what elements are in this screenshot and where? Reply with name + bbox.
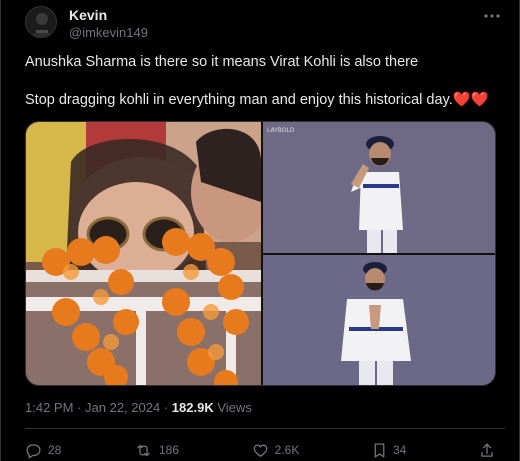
like-button[interactable]: 2.6K (252, 442, 300, 459)
tweet-time[interactable]: 1:42 PM (25, 400, 73, 415)
media-grid[interactable]: LAYBOLD (25, 121, 496, 386)
bookmark-button[interactable]: 34 (372, 442, 406, 459)
more-icon[interactable] (479, 6, 505, 26)
divider (25, 428, 505, 429)
tweet-header: Kevin @imkevin149 (25, 6, 505, 42)
media-watermark: LAYBOLD (267, 127, 295, 134)
repost-icon (134, 442, 153, 459)
media-photo-crowd[interactable] (26, 122, 271, 385)
tweet-line-2-text: Stop dragging kohli in everything man an… (25, 92, 453, 108)
media-photo-kohli-salute[interactable]: LAYBOLD (263, 122, 495, 253)
tweet-text: Anushka Sharma is there so it means Vira… (25, 53, 505, 129)
media-photo-kohli-namaste[interactable] (263, 255, 495, 385)
tweet-card: Kevin @imkevin149 Anushka Sharma is ther… (0, 0, 520, 461)
tweet-meta: 1:42 PM · Jan 22, 2024 · 182.9K Views (25, 400, 252, 415)
bookmark-icon (372, 442, 387, 459)
bookmark-count: 34 (393, 443, 407, 457)
reply-button[interactable]: 28 (25, 442, 61, 459)
tweet-date[interactable]: Jan 22, 2024 (85, 400, 160, 415)
tweet-line-1: Anushka Sharma is there so it means Vira… (25, 54, 419, 70)
share-button[interactable] (479, 442, 495, 459)
avatar[interactable] (25, 6, 57, 38)
like-icon (252, 442, 269, 459)
author-name[interactable]: Kevin (69, 7, 107, 23)
heart-emoji: ❤️❤️ (452, 92, 489, 108)
meta-separator: · (77, 400, 82, 415)
meta-separator-2: · (163, 400, 169, 415)
author-handle[interactable]: @imkevin149 (69, 25, 148, 40)
action-bar: 28 186 2.6K 34 (25, 440, 495, 460)
reply-icon (25, 442, 42, 459)
share-icon (479, 442, 495, 459)
views-count[interactable]: 182.9K (172, 400, 214, 415)
repost-button[interactable]: 186 (134, 442, 179, 459)
reply-count: 28 (48, 443, 62, 457)
views-label: Views (217, 400, 252, 415)
repost-count: 186 (159, 443, 180, 457)
like-count: 2.6K (274, 443, 300, 457)
tweet-line-2: Stop dragging kohli in everything man an… (25, 91, 505, 110)
